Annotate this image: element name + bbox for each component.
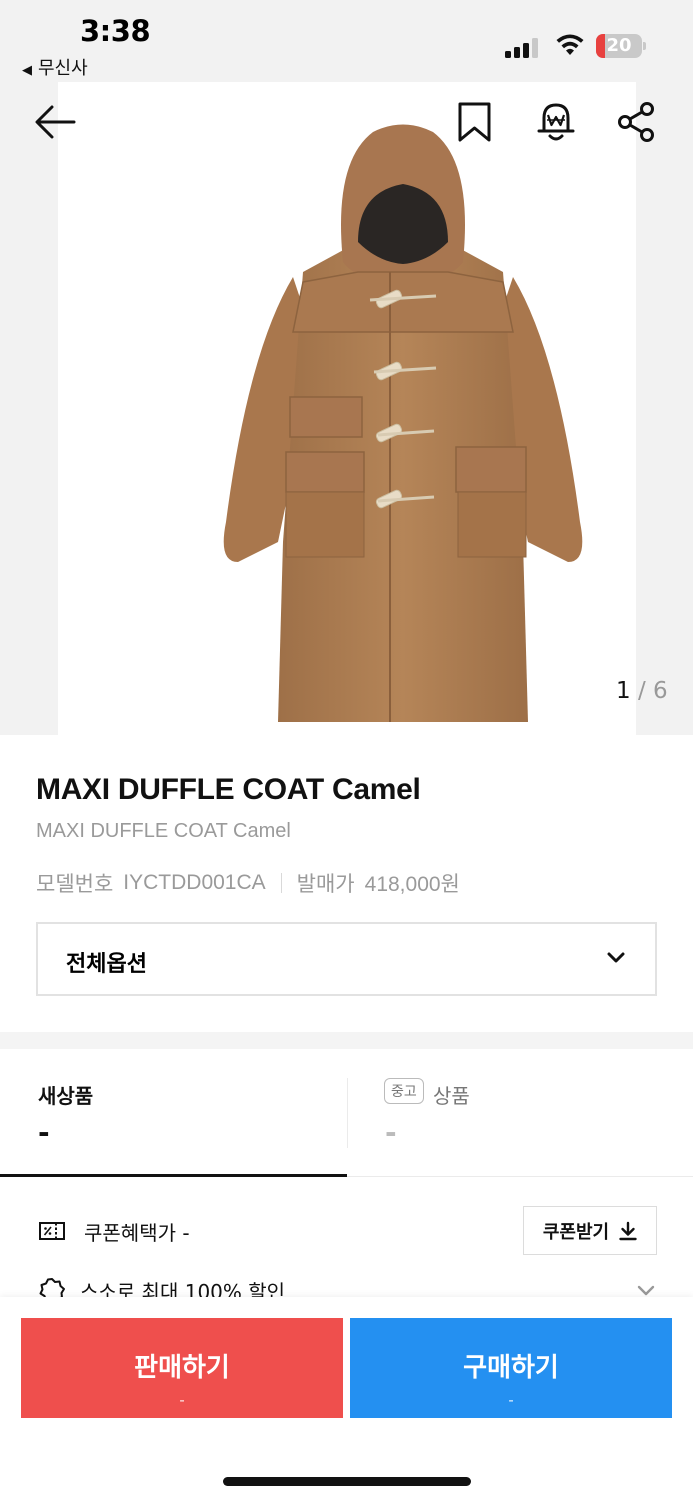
promo-chevron-down-icon bbox=[637, 1285, 655, 1296]
section-divider bbox=[0, 1032, 693, 1049]
tab-new-label: 새상품 bbox=[38, 1084, 94, 1108]
release-price-value: 418,000원 bbox=[364, 873, 460, 896]
status-bar: 3:38 ◀ 무신사 20 bbox=[0, 0, 693, 82]
gallery-current: 1 bbox=[616, 678, 631, 704]
tab-active-indicator bbox=[0, 1174, 347, 1177]
coupon-icon bbox=[39, 1222, 65, 1240]
wifi-icon bbox=[556, 34, 584, 55]
meta-divider bbox=[280, 873, 282, 893]
gallery-counter: 1 / 6 bbox=[616, 678, 668, 704]
coupon-price-label: 쿠폰혜택가 - bbox=[84, 1220, 190, 1245]
tab-separator bbox=[347, 1078, 348, 1148]
price-alert-bell-icon[interactable] bbox=[535, 100, 577, 144]
release-price-label: 발매가 bbox=[296, 873, 355, 896]
buy-button[interactable]: 구매하기 - bbox=[350, 1318, 672, 1418]
cellular-signal-icon bbox=[505, 36, 543, 58]
back-arrow-icon[interactable] bbox=[34, 100, 76, 144]
get-coupon-button[interactable]: 쿠폰받기 bbox=[523, 1206, 657, 1255]
gallery-total: 6 bbox=[653, 678, 668, 704]
product-subtitle: MAXI DUFFLE COAT Camel bbox=[36, 820, 291, 842]
download-icon bbox=[619, 1221, 637, 1240]
buy-button-label: 구매하기 bbox=[463, 1351, 559, 1382]
gallery-separator: / bbox=[637, 678, 646, 704]
option-select-value: 전체옵션 bbox=[66, 952, 147, 977]
product-title: MAXI DUFFLE COAT Camel bbox=[36, 773, 421, 806]
product-meta: 모델번호 IYCTDD001CA 발매가 418,000원 bbox=[36, 868, 460, 898]
bottom-action-bar: 판매하기 - 구매하기 - bbox=[0, 1297, 693, 1500]
back-to-app-link[interactable]: ◀ 무신사 bbox=[22, 54, 88, 80]
model-number-value: IYCTDD001CA bbox=[123, 871, 266, 894]
tab-new-product[interactable]: 새상품 - bbox=[0, 1050, 347, 1176]
coat-photo bbox=[223, 124, 583, 722]
sell-button[interactable]: 판매하기 - bbox=[21, 1318, 343, 1418]
home-indicator[interactable] bbox=[223, 1477, 471, 1486]
sell-button-price: - bbox=[179, 1391, 185, 1409]
coupon-row: 쿠폰혜택가 - bbox=[38, 1207, 190, 1255]
battery-percent: 20 bbox=[606, 35, 632, 56]
buy-button-price: - bbox=[508, 1391, 514, 1409]
bookmark-icon[interactable] bbox=[456, 100, 494, 144]
sell-button-label: 판매하기 bbox=[134, 1351, 230, 1382]
product-image[interactable] bbox=[58, 42, 636, 735]
model-number-label: 모델번호 bbox=[36, 873, 114, 896]
back-triangle-icon: ◀ bbox=[22, 63, 32, 78]
battery-tip bbox=[643, 42, 646, 50]
back-app-label: 무신사 bbox=[38, 58, 88, 79]
share-icon[interactable] bbox=[616, 100, 658, 144]
tab-used-label: 상품 bbox=[433, 1084, 470, 1108]
chevron-down-icon bbox=[607, 952, 625, 963]
tab-used-price: - bbox=[385, 1116, 397, 1149]
get-coupon-label: 쿠폰받기 bbox=[542, 1221, 610, 1243]
used-badge: 중고 bbox=[384, 1078, 424, 1104]
tab-used-product[interactable]: 중고 상품 - bbox=[347, 1050, 693, 1176]
battery-icon: 20 bbox=[596, 34, 642, 58]
option-select[interactable]: 전체옵션 bbox=[36, 922, 657, 996]
status-time: 3:38 bbox=[80, 14, 151, 48]
tab-new-price: - bbox=[38, 1116, 50, 1149]
product-gallery[interactable]: 1 / 6 bbox=[0, 0, 693, 735]
